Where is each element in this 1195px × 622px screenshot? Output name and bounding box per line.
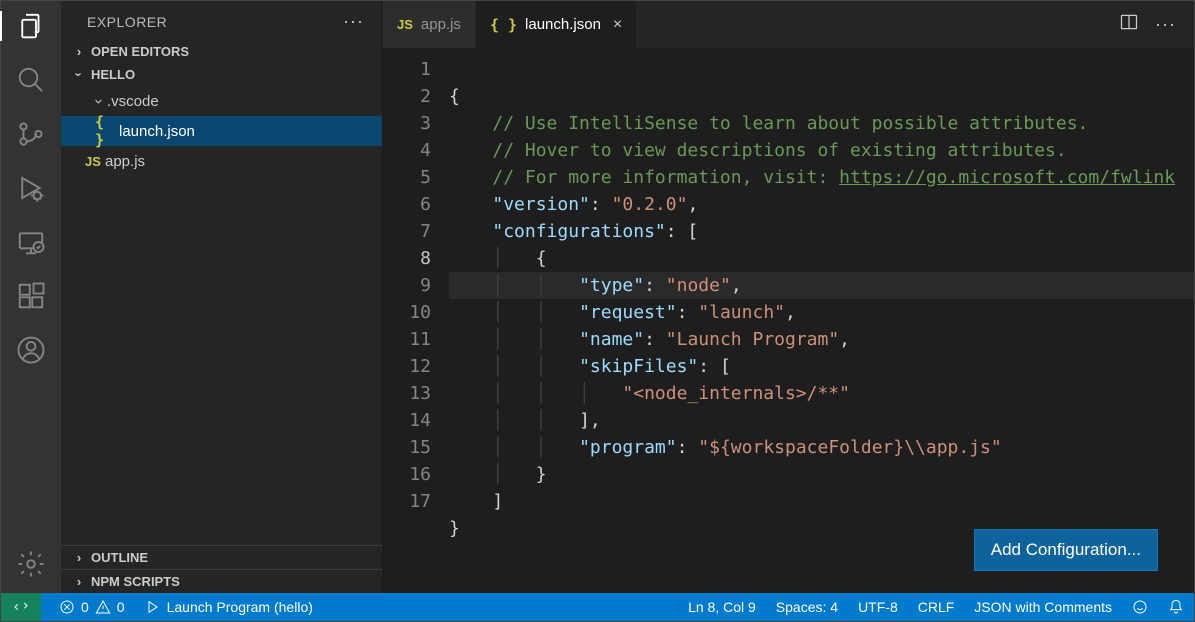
remote-explorer-icon[interactable] (1, 227, 61, 257)
explorer-sidebar: EXPLORER ··· › OPEN EDITORS › HELLO › .v… (61, 1, 383, 593)
status-eol[interactable]: CRLF (908, 599, 965, 615)
tree-file-launch-json[interactable]: { } launch.json (61, 116, 382, 146)
search-icon[interactable] (1, 65, 61, 95)
tab-launch-json[interactable]: { } launch.json × (476, 1, 637, 48)
json-file-icon: { } (95, 113, 119, 149)
open-editors-section[interactable]: › OPEN EDITORS (61, 40, 382, 63)
explorer-icon[interactable] (0, 11, 60, 41)
sidebar-more-icon[interactable]: ··· (343, 11, 364, 32)
settings-gear-icon[interactable] (1, 549, 61, 579)
editor-tabs: JS app.js { } launch.json × ··· (383, 1, 1194, 48)
chevron-right-icon: › (71, 574, 87, 589)
status-encoding[interactable]: UTF-8 (848, 599, 908, 615)
code-content[interactable]: { // Use IntelliSense to learn about pos… (449, 48, 1194, 593)
editor-more-icon[interactable]: ··· (1155, 14, 1176, 35)
editor-area: JS app.js { } launch.json × ··· 12345678… (383, 1, 1194, 593)
chevron-down-icon: › (72, 67, 87, 83)
outline-section[interactable]: › OUTLINE (61, 546, 382, 569)
status-notifications-icon[interactable] (1158, 599, 1194, 615)
accounts-icon[interactable] (1, 335, 61, 365)
add-configuration-button[interactable]: Add Configuration... (974, 529, 1158, 571)
remote-indicator[interactable] (1, 593, 41, 621)
status-feedback-icon[interactable] (1122, 599, 1158, 615)
status-bar: 0 0 Launch Program (hello) Ln 8, Col 9 S… (1, 593, 1194, 621)
chevron-down-icon: › (91, 93, 108, 109)
extensions-icon[interactable] (1, 281, 61, 311)
folder-section[interactable]: › HELLO (61, 63, 382, 86)
tree-file-app-js[interactable]: JS app.js (61, 146, 382, 176)
status-problems[interactable]: 0 0 (49, 599, 135, 615)
source-control-icon[interactable] (1, 119, 61, 149)
status-indentation[interactable]: Spaces: 4 (766, 599, 848, 615)
tree-folder-vscode[interactable]: › .vscode (61, 86, 382, 116)
sidebar-title: EXPLORER (87, 14, 167, 30)
tab-app-js[interactable]: JS app.js (383, 1, 476, 48)
split-editor-icon[interactable] (1119, 12, 1139, 37)
js-file-icon: JS (397, 17, 413, 32)
npm-scripts-section[interactable]: › NPM SCRIPTS (61, 569, 382, 593)
close-tab-icon[interactable]: × (613, 16, 622, 34)
js-file-icon: JS (81, 154, 105, 169)
status-cursor-position[interactable]: Ln 8, Col 9 (678, 599, 766, 615)
chevron-right-icon: › (71, 44, 87, 59)
run-debug-icon[interactable] (1, 173, 61, 203)
status-debug-target[interactable]: Launch Program (hello) (135, 599, 323, 615)
file-tree: › .vscode { } launch.json JS app.js (61, 86, 382, 545)
activity-bar (1, 1, 61, 593)
status-language-mode[interactable]: JSON with Comments (964, 599, 1122, 615)
chevron-right-icon: › (71, 550, 87, 565)
code-editor[interactable]: 1234567891011121314151617 { // Use Intel… (383, 48, 1194, 593)
line-gutter: 1234567891011121314151617 (383, 48, 449, 593)
json-file-icon: { } (490, 16, 517, 34)
